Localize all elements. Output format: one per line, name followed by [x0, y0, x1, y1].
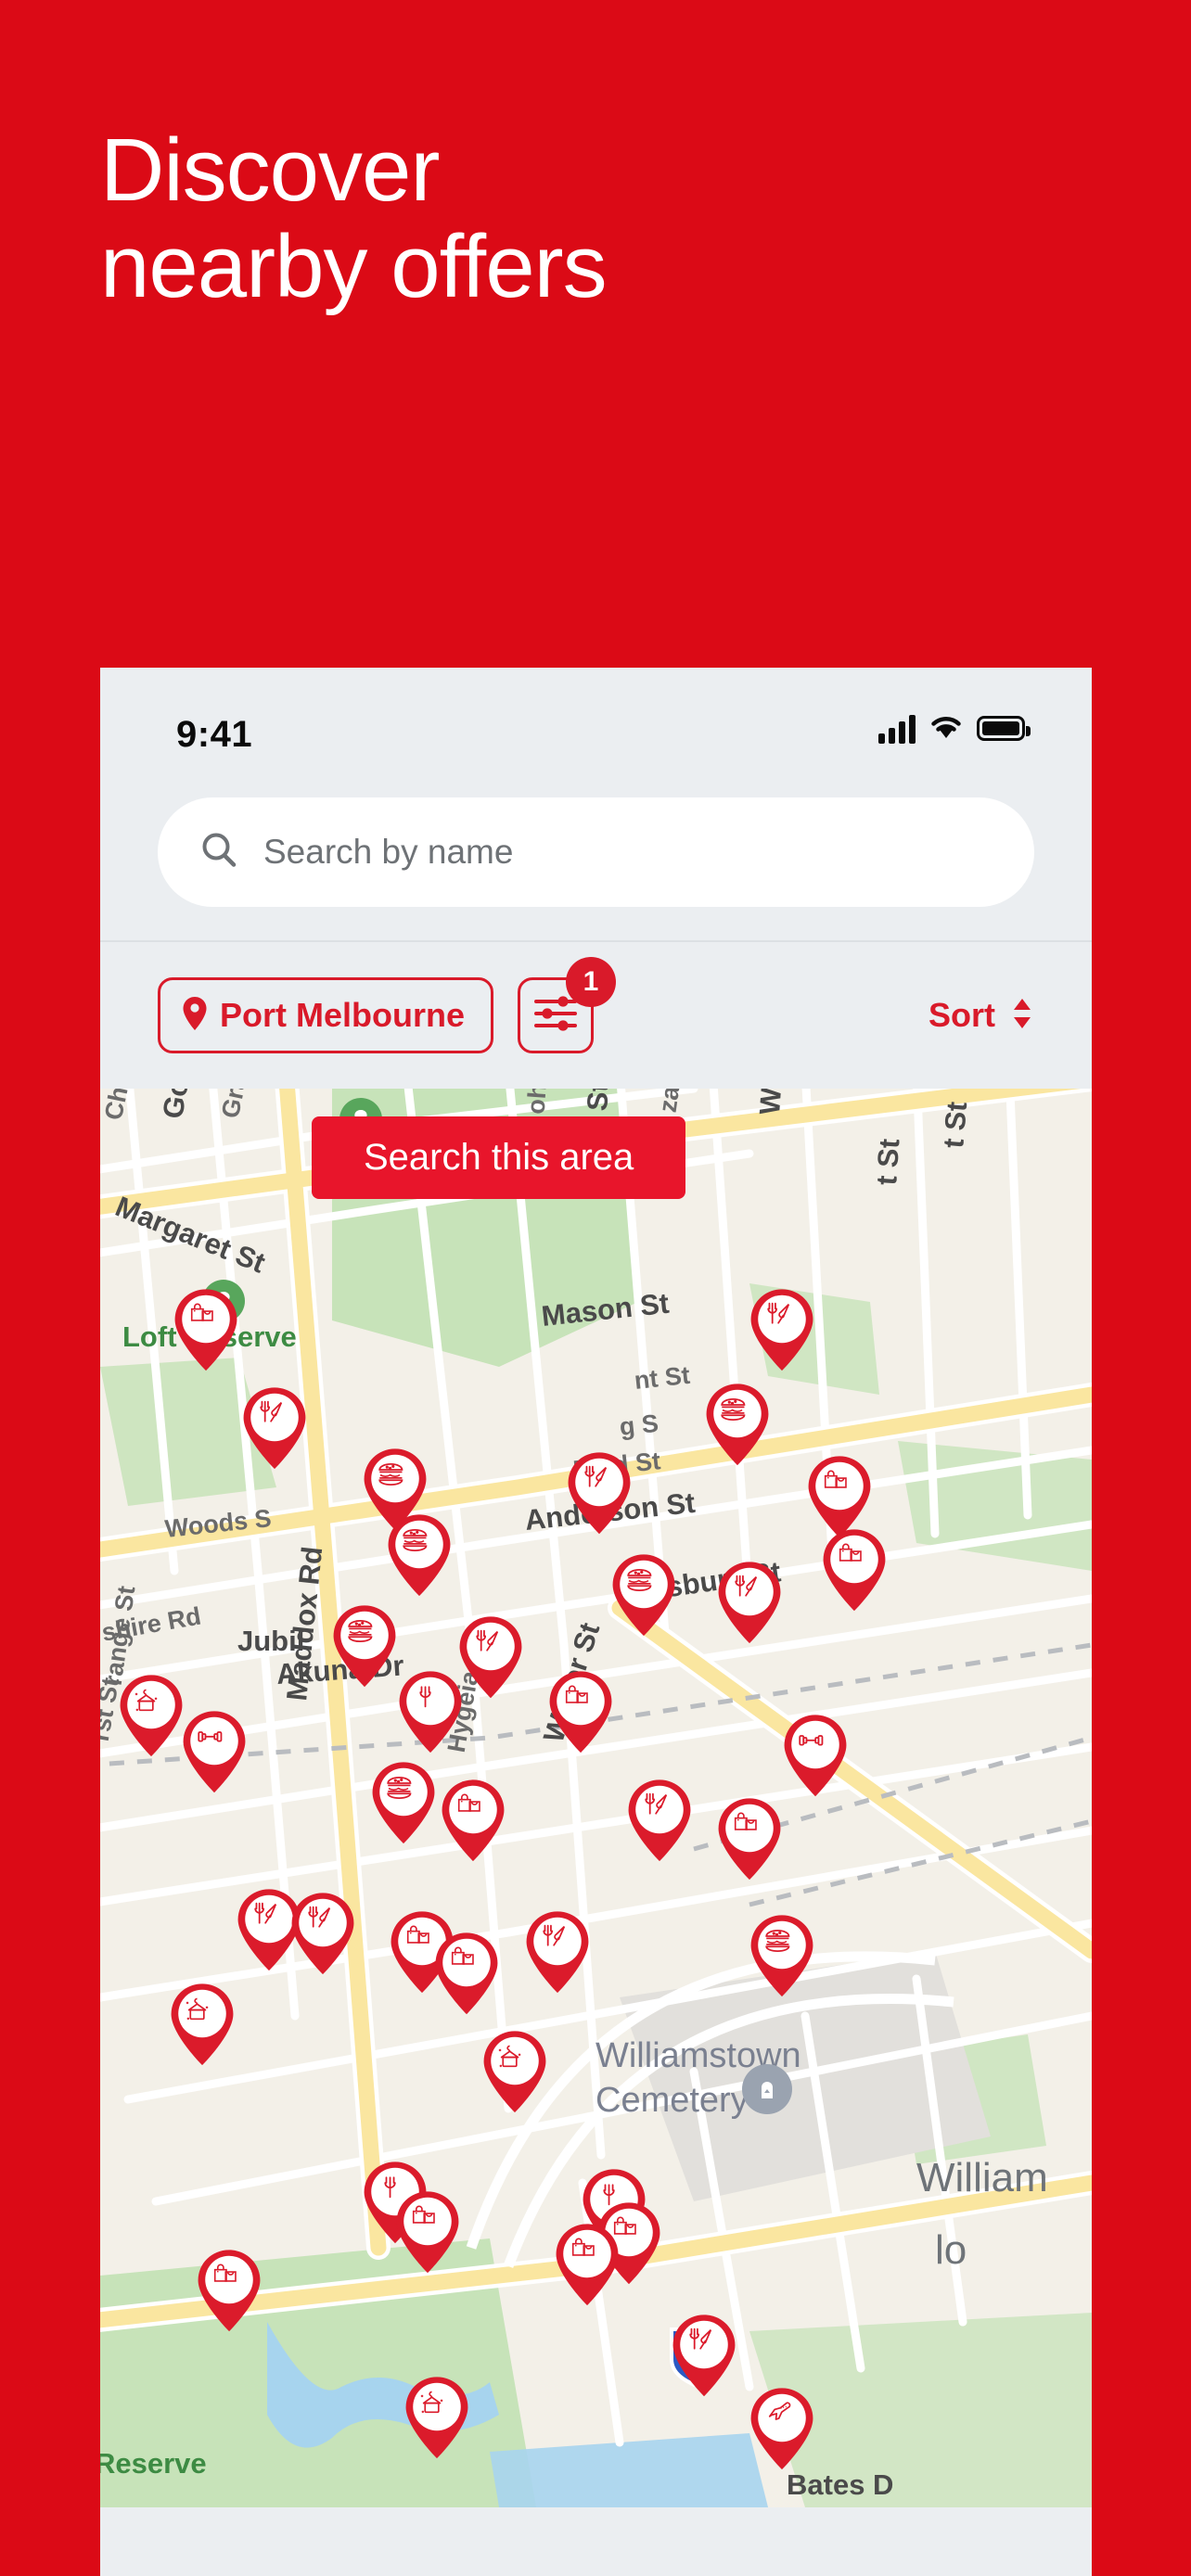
- map-pin-shopping-bags[interactable]: [544, 1667, 617, 1758]
- headline-line-1: Discover: [100, 121, 440, 220]
- wifi-icon: [928, 712, 964, 745]
- map-pin-restaurant[interactable]: [623, 1776, 696, 1867]
- map-pin-burger[interactable]: [383, 1511, 455, 1601]
- map-view[interactable]: Cha Gor Graha Margaret St New ohi St zat…: [100, 1089, 1092, 2507]
- map-pin-restaurant[interactable]: [238, 1384, 311, 1474]
- map-pin-dry-cleaning-hanger[interactable]: [479, 2027, 551, 2118]
- map-pin-shopping-bags[interactable]: [818, 1525, 890, 1616]
- map-pin-restaurant[interactable]: [521, 1907, 594, 1998]
- map-pin-shopping-bags[interactable]: [551, 2220, 623, 2311]
- map-pin-burger[interactable]: [608, 1550, 680, 1641]
- promo-headline: Discover nearby offers: [100, 122, 1028, 314]
- sort-label: Sort: [928, 996, 995, 1034]
- map-pin-burger[interactable]: [367, 1758, 440, 1849]
- map-pin-dry-cleaning-hanger[interactable]: [115, 1671, 187, 1762]
- map-pin-travel-airplane[interactable]: [746, 2384, 818, 2475]
- map-pin-restaurant[interactable]: [287, 1889, 359, 1980]
- search-input[interactable]: Search by name: [158, 797, 1034, 907]
- search-placeholder: Search by name: [263, 833, 514, 871]
- map-pin-dry-cleaning-hanger[interactable]: [401, 2373, 473, 2464]
- map-pin-burger[interactable]: [328, 1601, 401, 1692]
- phone-mockup: 9:41 Search by name Port Melbourne 1 Sor…: [100, 668, 1092, 2576]
- map-pin-shopping-bags[interactable]: [170, 1285, 242, 1376]
- filter-count-badge: 1: [566, 957, 617, 1007]
- map-pin-restaurant[interactable]: [746, 1285, 818, 1376]
- status-bar-time: 9:41: [176, 714, 253, 755]
- map-pin-restaurant[interactable]: [455, 1613, 527, 1703]
- map-pin-shopping-bags[interactable]: [430, 1929, 503, 2020]
- sort-button[interactable]: Sort: [928, 996, 1034, 1036]
- headline-line-2: nearby offers: [100, 216, 608, 316]
- map-pin-restaurant[interactable]: [668, 2311, 740, 2402]
- search-icon: [198, 830, 239, 875]
- map-pin-restaurant[interactable]: [713, 1558, 786, 1649]
- status-bar-icons: [878, 712, 1031, 745]
- map-pin-shopping-bags[interactable]: [391, 2187, 464, 2278]
- map-pin-shopping-bags[interactable]: [437, 1776, 509, 1867]
- search-region: Search by name: [100, 797, 1092, 940]
- filter-row: Port Melbourne 1 Sort: [100, 940, 1092, 1089]
- location-pin-icon: [181, 995, 209, 1037]
- map-pin-gym-dumbbell[interactable]: [178, 1707, 250, 1798]
- map-pin-shopping-bags[interactable]: [713, 1794, 786, 1885]
- location-filter-label: Port Melbourne: [220, 996, 466, 1034]
- location-filter-button[interactable]: Port Melbourne: [158, 977, 494, 1053]
- sort-updown-icon: [1010, 996, 1034, 1036]
- search-this-area-button[interactable]: Search this area: [312, 1116, 686, 1199]
- map-pin-gym-dumbbell[interactable]: [779, 1711, 852, 1802]
- map-pin-restaurant[interactable]: [563, 1448, 635, 1539]
- battery-icon: [977, 716, 1031, 741]
- map-pin-burger[interactable]: [701, 1380, 774, 1471]
- map-pin-burger[interactable]: [746, 1911, 818, 2002]
- filter-button-wrapper: 1: [518, 957, 617, 1053]
- map-pin-dry-cleaning-hanger[interactable]: [166, 1980, 238, 2071]
- map-pin-shopping-bags[interactable]: [193, 2246, 265, 2337]
- cellular-signal-icon: [878, 714, 916, 744]
- status-bar: 9:41: [100, 668, 1092, 797]
- cemetery-grave-icon: [742, 2064, 792, 2114]
